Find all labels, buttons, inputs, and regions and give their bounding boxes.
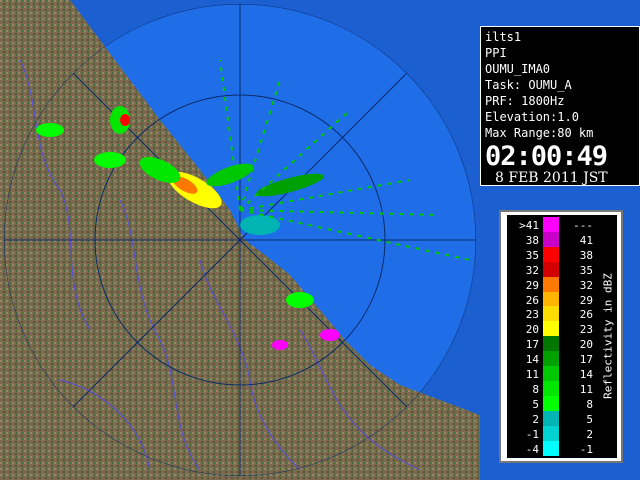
elevation-value: Elevation:1.0 xyxy=(485,110,579,124)
legend-swatch xyxy=(543,425,559,441)
scan-type: PPI xyxy=(485,46,507,60)
max-range-value: Max Range:80 km xyxy=(485,126,594,140)
legend-swatch xyxy=(543,306,559,322)
legend-swatch xyxy=(543,395,559,411)
prf-value: PRF: 1800Hz xyxy=(485,94,565,108)
station-name: ilts1 xyxy=(485,30,522,44)
legend-unit-label: Reflectivity in dBZ xyxy=(601,273,615,399)
legend-high-value: -1 xyxy=(579,442,593,456)
site-name: OUMU_IMA0 xyxy=(485,62,551,76)
legend-swatch xyxy=(543,276,559,292)
legend-swatch xyxy=(543,380,559,396)
task-name: Task: OUMU_A xyxy=(485,78,572,92)
scan-date: 8 FEB 2011 JST xyxy=(495,170,608,186)
legend-swatch xyxy=(543,246,559,262)
legend-swatch xyxy=(543,440,559,456)
legend-swatch xyxy=(543,217,559,232)
legend-swatch xyxy=(543,291,559,307)
legend-swatch xyxy=(543,351,559,367)
legend-body: Reflectivity in dBZ >41 --- 38 41 35 38 32 35 29… xyxy=(507,215,617,458)
legend-swatch xyxy=(543,231,559,247)
color-legend: Reflectivity in dBZ >41 --- 38 41 35 38 32 35 29… xyxy=(499,210,623,463)
legend-swatch xyxy=(543,336,559,352)
legend-low-value: -4 xyxy=(525,442,539,456)
legend-swatch xyxy=(543,410,559,426)
legend-swatch xyxy=(543,261,559,277)
scan-info-panel: ilts1 PPI OUMU_IMA0 Task: OUMU_A PRF: 18… xyxy=(480,26,640,186)
legend-row: -4 -1 xyxy=(507,440,603,458)
scan-time: 02:00:49 xyxy=(485,141,608,172)
legend-swatch xyxy=(543,366,559,381)
legend-swatch xyxy=(543,321,559,337)
